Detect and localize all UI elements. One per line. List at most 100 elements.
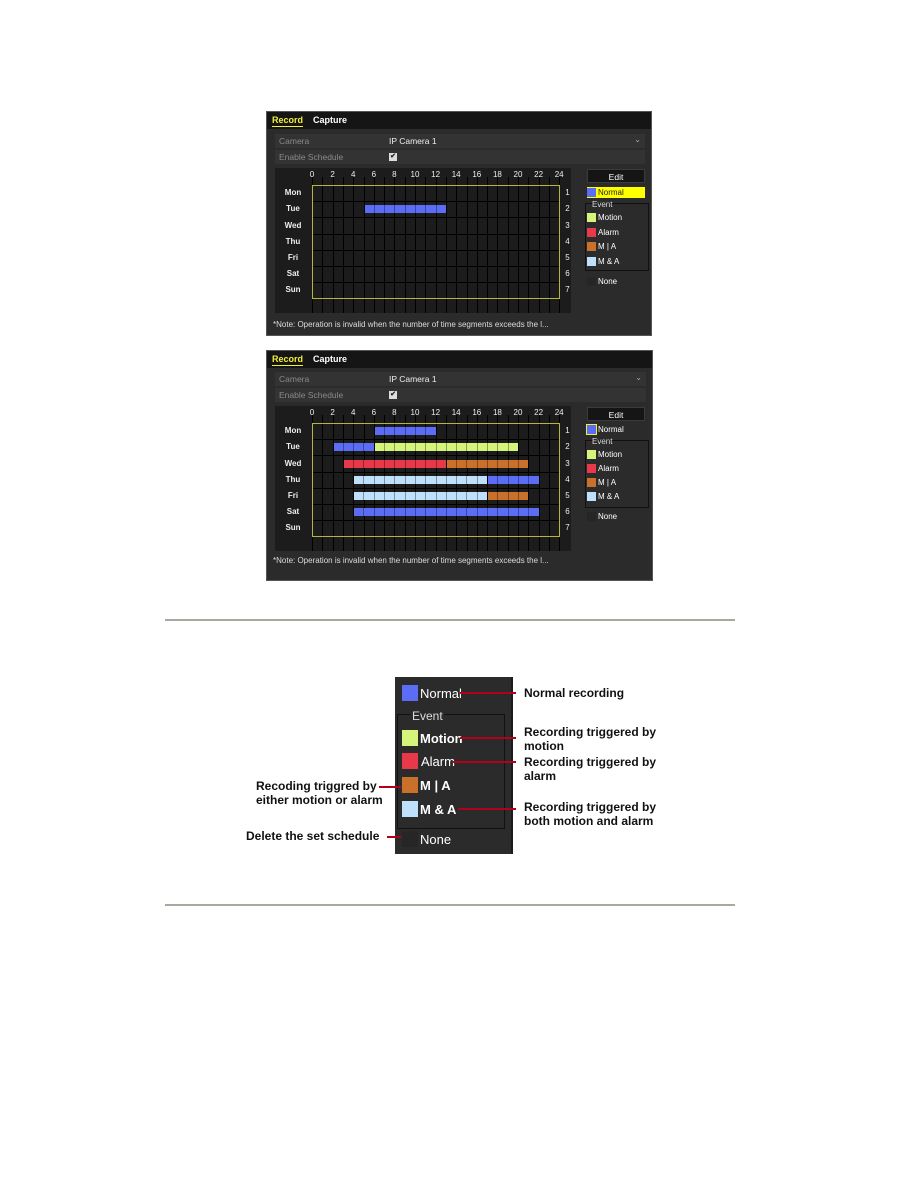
segment-cell-divider <box>476 475 478 484</box>
none-swatch <box>587 512 596 522</box>
segment-cell-divider <box>373 459 375 468</box>
day-copy-number[interactable]: 1 <box>565 188 569 197</box>
day-copy-number[interactable]: 5 <box>565 253 569 262</box>
legend-diagram-panel: Normal Event Motion Alarm M | A M & A No… <box>395 677 513 854</box>
day-label-tue: Tue <box>286 204 300 214</box>
alarm-swatch <box>402 753 418 769</box>
legend-normal[interactable]: Normal <box>587 187 645 198</box>
schedule-segment-m_and_a[interactable] <box>354 475 488 484</box>
hour-label: 2 <box>330 408 335 417</box>
hour-label: 2 <box>330 170 335 179</box>
segment-cell-divider <box>363 459 365 468</box>
segment-cell-divider <box>466 491 468 500</box>
enable-schedule-checkbox[interactable]: ✔ <box>389 153 397 161</box>
segment-cell-divider <box>497 459 499 468</box>
chevron-down-icon[interactable]: ⌄ <box>635 373 642 382</box>
legend-motion[interactable]: Motion <box>587 450 622 460</box>
schedule-segment-normal[interactable] <box>354 508 539 517</box>
enable-schedule-row: Enable Schedule ✔ <box>275 150 645 164</box>
day-copy-number[interactable]: 3 <box>565 221 569 230</box>
segment-cell-divider <box>373 508 375 517</box>
segment-cell-divider <box>445 475 447 484</box>
schedule-segment-m_or_a[interactable] <box>446 459 529 468</box>
legend-none[interactable]: None <box>587 277 617 287</box>
legend-alarm[interactable]: Alarm <box>587 228 619 237</box>
legend-m-or-a[interactable]: M | A <box>587 478 616 488</box>
legend-normal[interactable]: Normal <box>586 424 627 436</box>
day-copy-number[interactable]: 2 <box>565 204 569 213</box>
segment-cell-divider <box>394 475 396 484</box>
enable-schedule-checkbox[interactable]: ✔ <box>389 391 397 399</box>
tab-capture[interactable]: Capture <box>313 354 347 364</box>
schedule-segment-normal[interactable] <box>374 427 436 436</box>
edit-button[interactable]: Edit <box>587 407 645 421</box>
m-and-a-label: M & A <box>420 802 457 817</box>
day-copy-number[interactable]: 1 <box>565 426 569 435</box>
day-label-sun: Sun <box>285 285 301 295</box>
tab-record[interactable]: Record <box>272 354 304 366</box>
camera-select[interactable]: IP Camera 1 <box>389 374 632 384</box>
hour-label: 20 <box>513 408 523 417</box>
schedule-segment-normal[interactable] <box>488 475 539 484</box>
legend-motion[interactable]: Motion <box>587 213 622 223</box>
segment-cell-divider <box>456 475 458 484</box>
day-copy-number[interactable]: 3 <box>565 459 569 468</box>
segment-cell-divider <box>425 205 427 214</box>
camera-row: Camera IP Camera 1 ⌄ <box>275 372 646 386</box>
legend-alarm[interactable]: Alarm <box>587 464 619 474</box>
tab-record[interactable]: Record <box>272 115 304 127</box>
day-copy-number[interactable]: 6 <box>565 507 569 516</box>
legend-none[interactable]: None <box>587 512 617 522</box>
day-copy-number[interactable]: 7 <box>565 285 569 294</box>
schedule-segment-m_and_a[interactable] <box>354 491 488 500</box>
schedule-frame <box>312 185 561 300</box>
day-copy-number[interactable]: 6 <box>565 269 569 278</box>
hour-label: 14 <box>451 408 461 417</box>
schedule-grid[interactable]: 0 2 4 6 8 10 12 14 16 18 20 22 24 Mon 1 Tue 2 Wed 3 Thu 4 Fri… <box>275 168 571 313</box>
legend-m-and-a[interactable]: M & A <box>587 492 619 502</box>
schedule-segment-motion[interactable] <box>374 443 518 452</box>
hour-label: 0 <box>309 408 315 417</box>
schedule-segment-m_or_a[interactable] <box>488 491 529 500</box>
segment-cell-divider <box>517 491 519 500</box>
day-copy-number[interactable]: 5 <box>565 491 569 500</box>
segment-cell-divider <box>435 459 437 468</box>
camera-row: Camera IP Camera 1 ⌄ <box>275 134 645 148</box>
segment-cell-divider <box>487 459 489 468</box>
day-label-tue: Tue <box>286 442 300 452</box>
segment-cell-divider <box>414 427 416 436</box>
legend-label: M & A <box>598 256 620 266</box>
tab-capture[interactable]: Capture <box>313 115 347 125</box>
segment-cell-divider <box>435 443 437 452</box>
segment-cell-divider <box>373 491 375 500</box>
day-copy-number[interactable]: 4 <box>565 475 569 484</box>
event-title: Event <box>411 709 444 723</box>
segment-cell-divider <box>363 491 365 500</box>
hour-label: 8 <box>392 170 397 179</box>
segment-cell-divider <box>394 443 396 452</box>
schedule-segment-alarm[interactable] <box>343 459 446 468</box>
segment-cell-divider <box>363 508 365 517</box>
hour-label: 10 <box>410 408 420 417</box>
schedule-segment-normal[interactable] <box>364 205 446 214</box>
day-copy-number[interactable]: 7 <box>565 523 569 532</box>
segment-cell-divider <box>394 459 396 468</box>
chevron-down-icon[interactable]: ⌄ <box>634 135 641 144</box>
segment-cell-divider <box>466 508 468 517</box>
schedule-grid[interactable]: 0 2 4 6 8 10 12 14 16 18 20 22 24 Mon 1 Tue 2 Wed 3 Thu 4 Fri… <box>275 406 571 551</box>
annotation-m-and-a: Recording triggered by both motion and a… <box>524 800 657 828</box>
day-copy-number[interactable]: 4 <box>565 237 569 246</box>
tab-bar: Record Capture <box>267 351 652 368</box>
camera-select[interactable]: IP Camera 1 <box>389 136 631 146</box>
legend-normal-label: Normal <box>598 425 624 434</box>
segment-cell-divider <box>476 443 478 452</box>
edit-button[interactable]: Edit <box>587 169 645 183</box>
hour-label: 8 <box>392 408 397 417</box>
day-copy-number[interactable]: 2 <box>565 442 569 451</box>
legend-m-or-a[interactable]: M | A <box>587 242 616 252</box>
schedule-segment-normal[interactable] <box>333 443 374 452</box>
connector-m-and-a <box>458 808 516 810</box>
enable-schedule-label: Enable Schedule <box>279 390 344 400</box>
segment-cell-divider <box>425 427 427 436</box>
legend-m-and-a[interactable]: M & A <box>587 257 619 266</box>
